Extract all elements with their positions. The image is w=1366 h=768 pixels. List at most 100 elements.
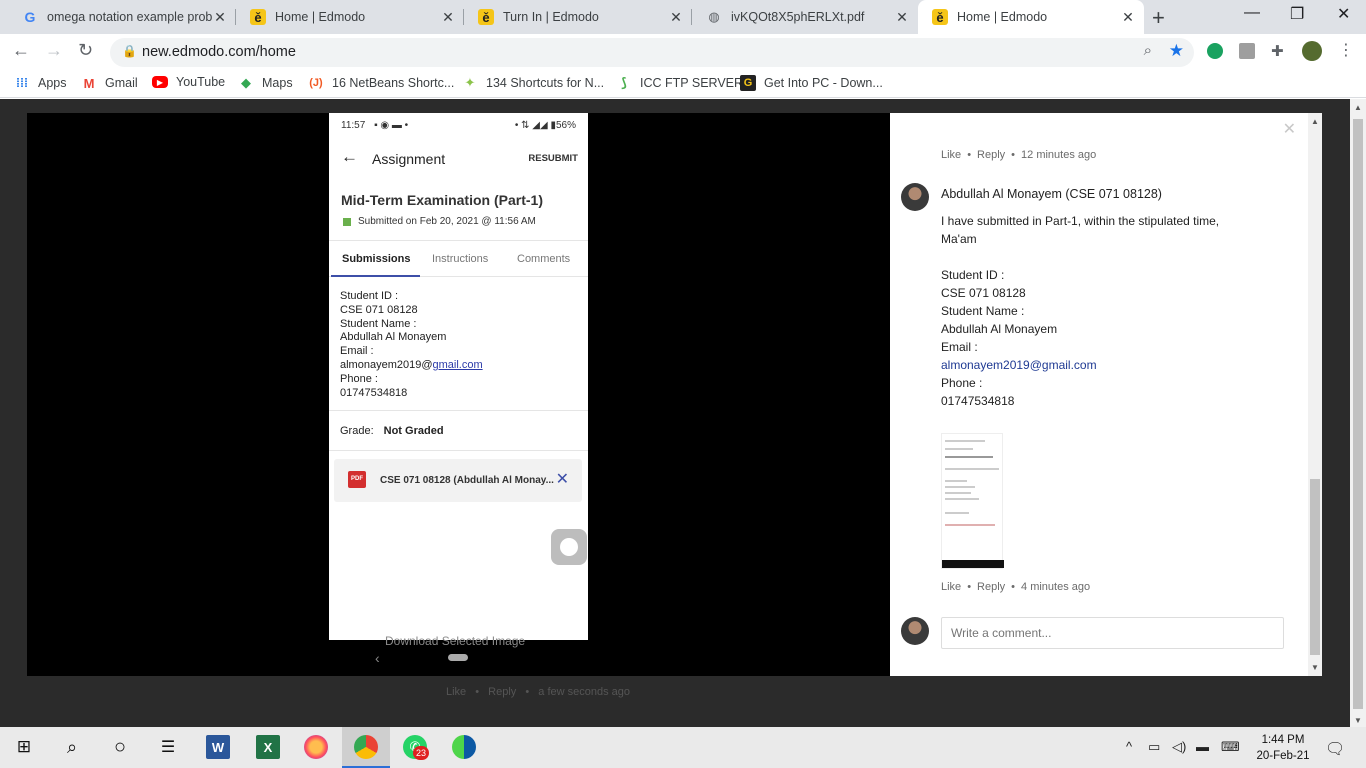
search-icon[interactable]: ⌕ — [60, 735, 84, 759]
page-scrollbar[interactable]: ▲ ▼ — [1350, 99, 1366, 727]
bookmarks-bar: ⁞⁞⁞ Apps M Gmail ▶ YouTube ◆ Maps (J) 16… — [0, 70, 1366, 98]
restore-icon[interactable]: ❐ — [1290, 4, 1304, 24]
network-icon[interactable]: ▭ — [1148, 739, 1160, 755]
comment-author[interactable]: Abdullah Al Monayem (CSE 071 08128) — [941, 187, 1162, 201]
tab-edmodo-home[interactable]: ě Home | Edmodo ✕ — [236, 0, 464, 34]
scroll-up-icon[interactable]: ▲ — [1311, 117, 1319, 126]
bookmark-youtube[interactable]: ▶ YouTube — [152, 75, 225, 89]
volume-icon[interactable]: ◁) — [1172, 739, 1186, 755]
tray-chevron-icon[interactable]: ^ — [1126, 739, 1132, 754]
timestamp: 12 minutes ago — [1021, 149, 1097, 161]
comment-input[interactable] — [941, 617, 1284, 649]
thumb-bottom-bar — [942, 560, 1004, 568]
firefox-icon[interactable] — [304, 735, 328, 759]
bookmark-icc-ftp[interactable]: ⟆ ICC FTP SERVER — [616, 75, 743, 91]
word-icon[interactable]: W — [206, 735, 230, 759]
close-icon[interactable]: ✕ — [440, 9, 456, 26]
profile-avatar-icon[interactable] — [1302, 41, 1322, 61]
bookmark-gmail[interactable]: M Gmail — [81, 75, 138, 91]
reply-link[interactable]: Reply — [977, 149, 1005, 161]
comment-line: Email : — [941, 340, 978, 354]
task-view-icon[interactable]: ☰ — [156, 735, 180, 759]
tab-edmodo-turnin[interactable]: ě Turn In | Edmodo ✕ — [464, 0, 692, 34]
comment-line: I have submitted in Part-1, within the s… — [941, 214, 1220, 228]
battery-icon[interactable]: ▬ — [1196, 739, 1209, 754]
bookmark-icon: ✦ — [464, 75, 476, 90]
close-lightbox-icon[interactable]: ✕ — [1283, 119, 1296, 139]
timestamp: a few seconds ago — [538, 686, 631, 698]
comment-email-link[interactable]: almonayem2019@gmail.com — [941, 356, 1261, 374]
notifications-icon[interactable]: 🗨 — [1325, 739, 1345, 759]
email-domain: gmail.com — [432, 358, 483, 371]
scroll-down-icon[interactable]: ▼ — [1354, 716, 1362, 725]
phone-status-bar: 11:57 ▪ ◉ ▬ • • ⇅ ◢◢ ▮56% — [341, 120, 576, 131]
windows-taskbar: ⊞ ⌕ ○ ☰ W X ✆ 23 ^ ▭ ◁) ▬ ⌨ 1:44 PM 20-F… — [0, 727, 1366, 768]
avatar[interactable] — [901, 183, 929, 211]
status-icons: ▪ ◉ ▬ • — [374, 120, 409, 131]
phone-header: ← Assignment RESUBMIT — [329, 145, 588, 175]
window-close-icon[interactable]: ✕ — [1337, 4, 1350, 24]
back-icon[interactable]: ← — [12, 40, 30, 61]
globe-icon: ◍ — [708, 9, 720, 24]
like-link[interactable]: Like — [941, 149, 961, 161]
attachment-thumbnail[interactable] — [941, 433, 1004, 569]
bookmark-label: Gmail — [105, 76, 138, 90]
address-bar[interactable]: 🔒 new.edmodo.com/home ⌕ ★ — [110, 38, 1194, 67]
tab-title: Home | Edmodo — [957, 10, 1048, 24]
previous-image-icon[interactable]: ‹ — [375, 650, 380, 666]
phone-header-title: Assignment — [372, 151, 446, 167]
extension-green-icon[interactable] — [1207, 43, 1223, 59]
excel-icon[interactable]: X — [256, 735, 280, 759]
bookmark-getintopc[interactable]: G Get Into PC - Down... — [740, 75, 883, 91]
tab-google[interactable]: G omega notation example prob ✕ — [8, 0, 236, 34]
thumb-line — [945, 498, 979, 500]
system-clock[interactable]: 1:44 PM 20-Feb-21 — [1253, 732, 1313, 764]
check-icon — [343, 217, 351, 226]
scroll-thumb[interactable] — [1310, 479, 1320, 655]
download-selected-image-link[interactable]: Download Selected Image — [385, 634, 525, 648]
image-indicator[interactable] — [448, 654, 468, 661]
tab-title: omega notation example prob — [47, 10, 212, 24]
comment-meta: Like • Reply • 12 minutes ago — [941, 149, 1096, 161]
kebab-menu-icon[interactable]: ⋮ — [1338, 40, 1354, 60]
reply-link[interactable]: Reply — [977, 581, 1005, 593]
bookmark-star-icon[interactable]: ★ — [1169, 41, 1184, 61]
attached-phone-screenshot[interactable]: 11:57 ▪ ◉ ▬ • • ⇅ ◢◢ ▮56% ← Assignment R… — [329, 113, 588, 640]
thumb-line — [945, 440, 985, 442]
body-line: Abdullah Al Monayem — [340, 331, 447, 344]
status-right: • ⇅ ◢◢ ▮56% — [514, 120, 576, 131]
bookmark-maps[interactable]: ◆ Maps — [238, 75, 293, 91]
close-icon[interactable]: ✕ — [212, 9, 228, 26]
remove-file-icon: ✕ — [555, 471, 569, 488]
scroll-up-icon[interactable]: ▲ — [1354, 103, 1362, 112]
new-tab-icon[interactable]: + — [1152, 5, 1165, 31]
separator-dot: • — [967, 149, 972, 161]
edge-icon[interactable] — [452, 735, 476, 759]
comments-scrollbar[interactable]: ▲ ▼ — [1308, 113, 1322, 676]
edmodo-icon: ě — [478, 9, 494, 25]
phone-tab-comments: Comments — [517, 253, 571, 265]
zoom-icon[interactable]: ⌕ — [1144, 42, 1152, 59]
bookmark-134-shortcuts[interactable]: ✦ 134 Shortcuts for N... — [462, 75, 605, 91]
reload-icon[interactable]: ↻ — [78, 40, 93, 61]
chrome-icon[interactable] — [354, 735, 378, 759]
tab-edmodo-home-active[interactable]: ě Home | Edmodo ✕ — [918, 0, 1144, 34]
keyboard-icon[interactable]: ⌨ — [1221, 739, 1240, 755]
close-icon[interactable]: ✕ — [894, 9, 910, 26]
extension-user-icon[interactable] — [1239, 43, 1255, 59]
tab-pdf[interactable]: ◍ ivKQOt8X5phERLXt.pdf ✕ — [692, 0, 918, 34]
thumb-line — [945, 492, 971, 494]
forward-icon[interactable]: → — [45, 40, 63, 61]
windows-start-icon[interactable]: ⊞ — [12, 735, 36, 759]
extensions-puzzle-icon[interactable]: ✚ — [1271, 42, 1284, 60]
cortana-icon[interactable]: ○ — [108, 735, 132, 759]
like-link[interactable]: Like — [941, 581, 961, 593]
scroll-down-icon[interactable]: ▼ — [1311, 663, 1319, 672]
bookmark-label: ICC FTP SERVER — [640, 76, 744, 90]
bookmark-apps[interactable]: ⁞⁞⁞ Apps — [14, 75, 67, 91]
close-icon[interactable]: ✕ — [668, 9, 684, 26]
minimize-icon[interactable]: — — [1244, 4, 1260, 22]
bookmark-netbeans[interactable]: (J) 16 NetBeans Shortc... — [308, 75, 454, 91]
scroll-thumb[interactable] — [1353, 119, 1363, 709]
close-icon[interactable]: ✕ — [1120, 9, 1136, 26]
